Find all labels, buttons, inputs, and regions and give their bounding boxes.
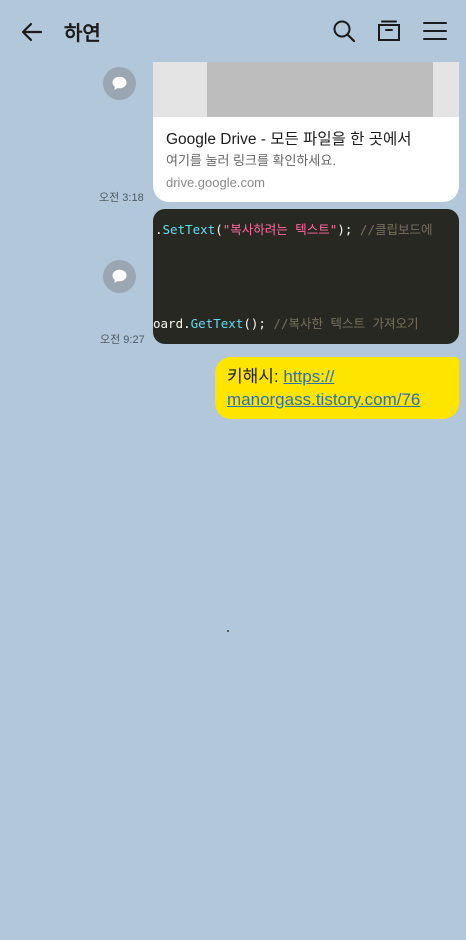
code-token: SetText — [162, 222, 216, 237]
code-token: (); — [243, 316, 266, 331]
code-token: "복사하려는 텍스트" — [222, 222, 338, 237]
message-link[interactable]: manorgass.tistory.com/76 — [227, 390, 420, 409]
drawer-icon — [378, 20, 400, 41]
link-description: 여기를 눌러 링크를 확인하세요. — [166, 153, 336, 168]
code-token: ( — [215, 222, 223, 237]
code-token: //클립보드에 — [352, 222, 433, 237]
chat-header: 하연 — [0, 0, 466, 62]
message-text: 키해시: — [227, 367, 284, 386]
message-time: 오전 9:27 — [100, 334, 145, 346]
sender-avatar[interactable] — [103, 67, 136, 100]
menu-button[interactable] — [421, 17, 449, 45]
sent-message-bubble[interactable]: 키해시: https:// manorgass.tistory.com/76 — [215, 357, 459, 419]
code-token: . — [155, 222, 163, 237]
code-token: oard. — [153, 316, 191, 331]
code-line-2: oard.GetText(); //복사한 텍스트 가져오기 — [153, 313, 419, 332]
search-icon — [333, 20, 356, 43]
chat-drawer-button[interactable] — [375, 17, 403, 45]
message-time: 오전 3:18 — [99, 192, 144, 204]
chat-bubble-icon — [112, 269, 127, 283]
chat-bubble-icon — [112, 76, 127, 90]
link-thumbnail — [153, 62, 459, 117]
code-screenshot-image[interactable]: .SetText("복사하려는 텍스트"); //클립보드에 oard.GetT… — [153, 209, 459, 344]
link-domain: drive.google.com — [166, 175, 265, 190]
code-token: //복사한 텍스트 가져오기 — [265, 316, 419, 331]
speck — [227, 630, 229, 632]
link-preview-card[interactable]: Google Drive - 모든 파일을 한 곳에서 여기를 눌러 링크를 확… — [153, 62, 459, 202]
code-token: ); — [337, 222, 353, 237]
link-title: Google Drive - 모든 파일을 한 곳에서 — [166, 131, 412, 148]
thumbnail-image — [207, 62, 433, 117]
code-token: GetText — [190, 316, 244, 331]
search-button[interactable] — [330, 17, 358, 45]
chat-title: 하연 — [64, 21, 101, 45]
back-arrow-icon — [21, 22, 43, 42]
message-link[interactable]: https:// — [283, 367, 334, 386]
menu-icon — [423, 22, 447, 40]
sender-avatar[interactable] — [103, 260, 136, 293]
code-line-1: .SetText("복사하려는 텍스트"); //클립보드에 — [155, 219, 432, 238]
back-button[interactable] — [18, 18, 46, 46]
